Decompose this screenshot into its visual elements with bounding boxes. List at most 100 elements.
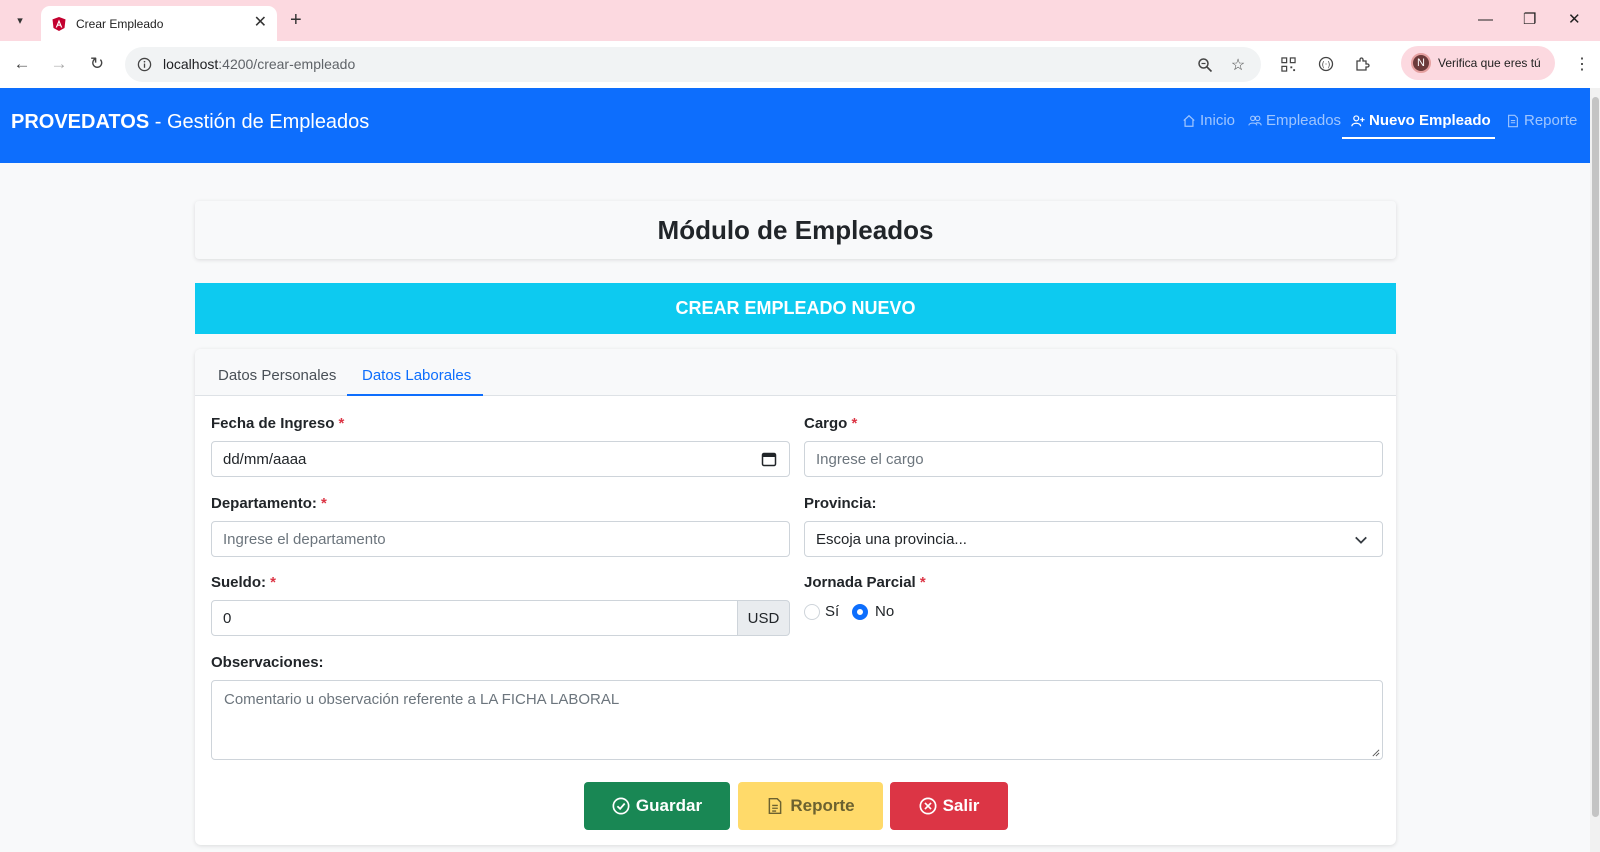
close-tab-icon[interactable]: ✕ xyxy=(254,14,267,32)
browser-tab-bar: ▾ Crear Empleado ✕ + — ❐ ✕ xyxy=(0,0,1600,41)
currency-addon: USD xyxy=(737,600,790,636)
cargo-label: Cargo * xyxy=(804,415,857,432)
jornada-no-radio[interactable] xyxy=(852,604,868,620)
url-text: localhost:4200/crear-empleado xyxy=(163,56,355,72)
zoom-icon[interactable] xyxy=(1195,55,1215,75)
app-navbar: PROVEDATOS - Gestión de Empleados Inicio… xyxy=(0,88,1590,163)
reload-icon[interactable]: ↻ xyxy=(85,52,109,76)
qr-code-icon[interactable] xyxy=(1277,53,1299,75)
fecha-ingreso-label: Fecha de Ingreso * xyxy=(211,415,344,432)
fecha-ingreso-label-text: Fecha de Ingreso xyxy=(211,415,335,432)
brand-subtitle: - Gestión de Empleados xyxy=(149,111,370,133)
employee-form-card: Datos Personales Datos Laborales Fecha d… xyxy=(195,349,1396,845)
nav-item-inicio[interactable]: Inicio xyxy=(1182,112,1235,129)
brand-name: PROVEDATOS xyxy=(11,111,150,133)
cargo-input[interactable]: Ingrese el cargo xyxy=(804,441,1383,477)
profile-chip[interactable]: N Verifica que eres tú xyxy=(1401,46,1555,80)
jornada-no-label[interactable]: No xyxy=(875,603,894,620)
browser-toolbar: ← → ↻ localhost:4200/crear-empleado ☆ (·… xyxy=(0,41,1600,88)
required-mark: * xyxy=(919,574,926,591)
jornada-parcial-label: Jornada Parcial * xyxy=(804,574,926,591)
url-path: :4200/crear-empleado xyxy=(218,56,356,72)
home-icon xyxy=(1183,114,1195,127)
departamento-input[interactable]: Ingrese el departamento xyxy=(211,521,790,557)
reporte-label: Reporte xyxy=(790,796,855,815)
jornada-parcial-label-text: Jornada Parcial xyxy=(804,574,916,591)
browser-tab[interactable]: Crear Empleado ✕ xyxy=(41,6,277,41)
sueldo-label: Sueldo: * xyxy=(211,574,276,591)
url-host: localhost xyxy=(163,56,219,72)
banner-text: CREAR EMPLEADO NUEVO xyxy=(675,298,916,318)
required-mark: * xyxy=(270,574,277,591)
guardar-label: Guardar xyxy=(635,796,703,815)
provincia-select[interactable]: Escoja una provincia... xyxy=(804,521,1383,557)
nav-label-empleados: Empleados xyxy=(1266,112,1342,129)
close-window-icon[interactable]: ✕ xyxy=(1568,10,1581,30)
active-nav-underline xyxy=(1342,137,1495,139)
site-info-icon[interactable] xyxy=(135,55,153,73)
restore-icon[interactable]: ❐ xyxy=(1523,10,1536,30)
tab-datos-personales[interactable]: Datos Personales xyxy=(218,367,336,384)
avatar: N xyxy=(1411,53,1431,73)
salir-button[interactable]: Salir xyxy=(890,782,1008,830)
nav-item-reporte[interactable]: Reporte xyxy=(1506,112,1577,129)
calendar-icon[interactable] xyxy=(761,451,777,467)
observaciones-placeholder: Comentario u observación referente a LA … xyxy=(224,691,620,708)
scrollbar-thumb[interactable] xyxy=(1592,97,1599,817)
reporte-button[interactable]: Reporte xyxy=(738,782,883,830)
sueldo-input[interactable]: 0 xyxy=(211,600,738,636)
observaciones-textarea[interactable]: Comentario u observación referente a LA … xyxy=(211,680,1383,760)
resize-grip-icon[interactable] xyxy=(1371,748,1380,757)
chevron-down-icon xyxy=(1355,536,1367,544)
salir-label: Salir xyxy=(942,796,980,815)
extensions-puzzle-icon[interactable] xyxy=(1351,53,1373,75)
jornada-si-label[interactable]: Sí xyxy=(825,603,839,620)
observaciones-label: Observaciones: xyxy=(211,654,324,671)
address-bar[interactable]: localhost:4200/crear-empleado ☆ xyxy=(125,47,1261,82)
page-title-card: Módulo de Empleados xyxy=(195,201,1396,259)
minimize-icon[interactable]: — xyxy=(1478,10,1493,30)
cargo-placeholder: Ingrese el cargo xyxy=(816,450,924,468)
navbar-brand[interactable]: PROVEDATOS - Gestión de Empleados xyxy=(11,111,369,134)
check-circle-icon xyxy=(612,797,630,815)
fecha-ingreso-input[interactable]: dd/mm/aaaa xyxy=(211,441,790,477)
document-icon xyxy=(769,797,782,815)
required-mark: * xyxy=(851,415,858,432)
forward-icon[interactable]: → xyxy=(47,52,71,76)
sueldo-label-text: Sueldo: xyxy=(211,574,266,591)
required-mark: * xyxy=(321,495,327,512)
required-mark: * xyxy=(338,415,345,432)
sueldo-value: 0 xyxy=(223,609,232,627)
form-tabs: Datos Personales Datos Laborales xyxy=(195,349,1396,396)
angular-favicon-icon xyxy=(51,16,67,32)
document-icon xyxy=(1508,114,1518,127)
departamento-placeholder: Ingrese el departamento xyxy=(223,530,386,548)
people-icon xyxy=(1248,115,1262,126)
jornada-si-radio[interactable] xyxy=(804,604,820,620)
tab-title: Crear Empleado xyxy=(76,16,164,31)
new-tab-icon[interactable]: + xyxy=(290,8,302,32)
cargo-label-text: Cargo xyxy=(804,415,848,432)
fecha-ingreso-value: dd/mm/aaaa xyxy=(223,450,307,468)
form-banner: CREAR EMPLEADO NUEVO xyxy=(195,283,1396,334)
active-tab-underline xyxy=(347,394,483,396)
back-icon[interactable]: ← xyxy=(10,52,34,76)
nav-item-nuevo-empleado[interactable]: Nuevo Empleado xyxy=(1351,112,1491,129)
svg-text:(·): (·) xyxy=(1322,60,1331,69)
tab-datos-laborales[interactable]: Datos Laborales xyxy=(362,367,471,384)
extension-circle-icon[interactable]: (·) xyxy=(1315,53,1337,75)
nav-label-nuevo-empleado: Nuevo Empleado xyxy=(1369,112,1491,129)
person-add-icon xyxy=(1351,114,1365,126)
guardar-button[interactable]: Guardar xyxy=(584,782,730,830)
profile-text: Verifica que eres tú xyxy=(1438,56,1541,70)
tab-search-chevron-icon[interactable]: ▾ xyxy=(8,8,32,32)
nav-item-empleados[interactable]: Empleados xyxy=(1248,112,1341,129)
close-circle-icon xyxy=(919,797,937,815)
nav-label-inicio: Inicio xyxy=(1200,112,1236,129)
provincia-selected-value: Escoja una provincia... xyxy=(816,530,967,548)
departamento-label-text: Departamento: xyxy=(211,495,317,512)
bookmark-star-icon[interactable]: ☆ xyxy=(1228,55,1248,75)
provincia-label: Provincia: xyxy=(804,495,877,512)
departamento-label: Departamento: * xyxy=(211,495,327,512)
browser-menu-icon[interactable]: ⋮ xyxy=(1574,54,1590,74)
